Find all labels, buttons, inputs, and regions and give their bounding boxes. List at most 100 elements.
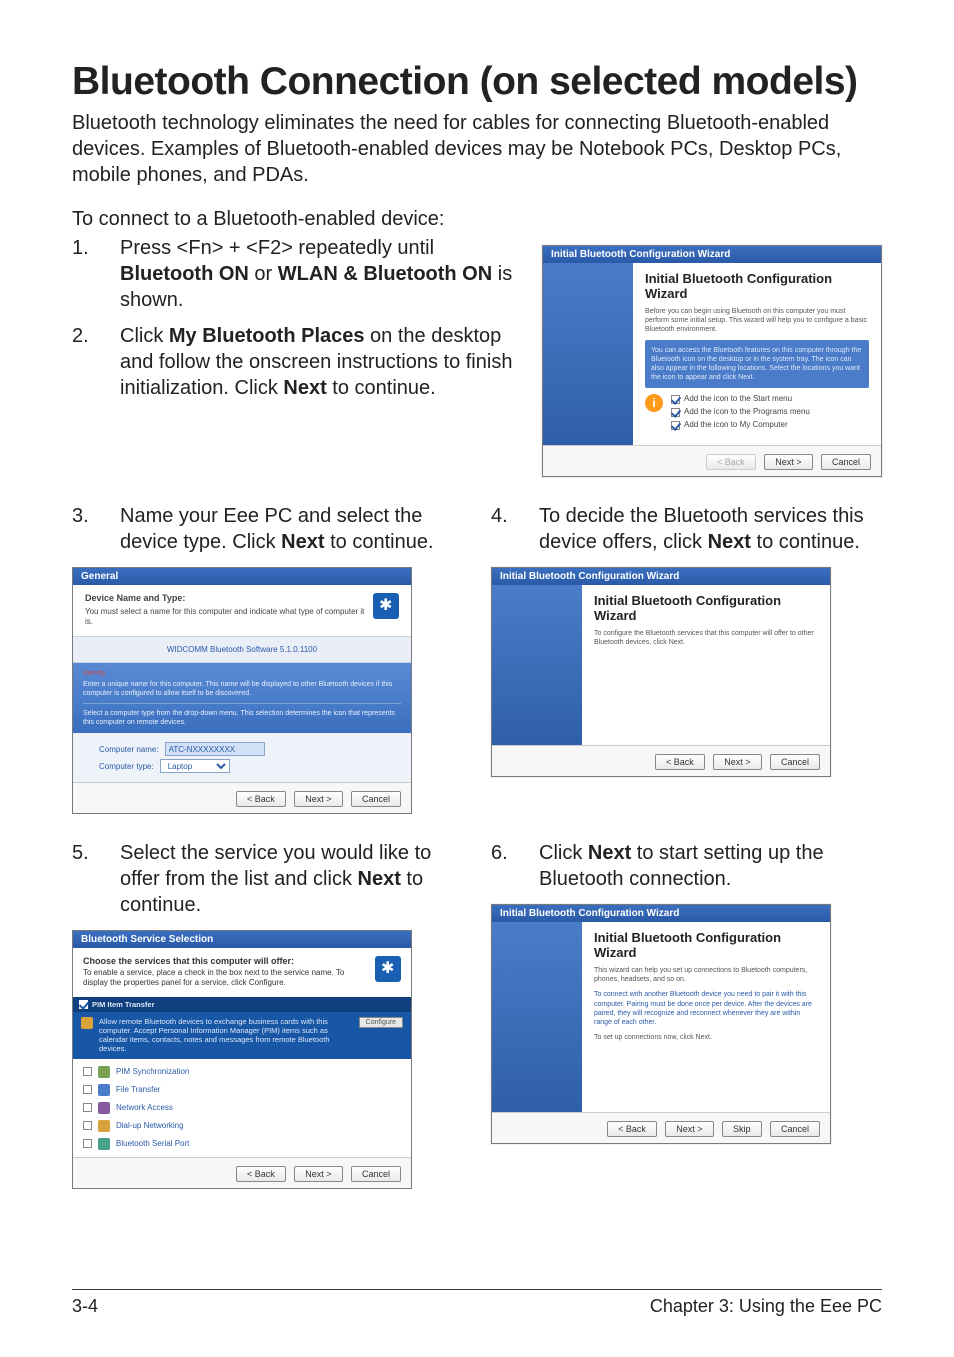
wizard5-service-list: PIM Synchronization File Transfer Networ… — [73, 1059, 411, 1157]
page-title: Bluetooth Connection (on selected models… — [72, 60, 882, 104]
service-icon — [98, 1084, 110, 1096]
wizard5-window: Bluetooth Service Selection Choose the s… — [72, 930, 412, 1188]
cancel-button[interactable]: Cancel — [770, 1121, 820, 1137]
next-button[interactable]: Next > — [294, 1166, 342, 1182]
row-3-4: 3. Name your Eee PC and select the devic… — [72, 503, 882, 814]
step-5: 5. Select the service you would like to … — [72, 840, 463, 918]
wizard6-p3: To set up connections now, click Next. — [594, 1033, 818, 1042]
wizard6-buttons: < Back Next > Skip Cancel — [492, 1112, 830, 1143]
wizard3-window: General Device Name and Type: You must s… — [72, 567, 412, 814]
step-list: 1. Press <Fn> + <F2> repeatedly until Bl… — [72, 235, 514, 401]
checkbox-icon[interactable] — [83, 1121, 92, 1130]
col-step5: 5. Select the service you would like to … — [72, 840, 463, 1188]
cancel-button[interactable]: Cancel — [770, 754, 820, 770]
chapter-label: Chapter 3: Using the Eee PC — [650, 1296, 882, 1317]
computer-type-field: Computer type: Laptop — [99, 759, 385, 773]
step-6-number: 6. — [491, 840, 539, 892]
step-1-text: Press <Fn> + <F2> repeatedly until Bluet… — [120, 235, 514, 313]
step-5-text: Select the service you would like to off… — [120, 840, 463, 918]
checkbox-icon[interactable] — [79, 1000, 88, 1009]
next-button[interactable]: Next > — [764, 454, 812, 470]
service-item[interactable]: Bluetooth Serial Port — [83, 1135, 401, 1153]
step-6: 6. Click Next to start setting up the Bl… — [491, 840, 882, 892]
wizard5-selected-panel: PIM Item Transfer Allow remote Bluetooth… — [73, 997, 411, 1059]
configure-button[interactable]: Configure — [359, 1017, 403, 1028]
wizard1-sidebar-image — [543, 263, 633, 446]
wizard3-group: Device Name and Type: — [85, 593, 365, 605]
wizard1-check2[interactable]: Add the icon to the Programs menu — [671, 407, 869, 417]
back-button[interactable]: < Back — [236, 791, 286, 807]
bluetooth-icon — [373, 593, 399, 619]
back-button[interactable]: < Back — [236, 1166, 286, 1182]
page-footer: 3-4 Chapter 3: Using the Eee PC — [72, 1289, 882, 1317]
page: Bluetooth Connection (on selected models… — [0, 0, 954, 1357]
skip-button[interactable]: Skip — [722, 1121, 762, 1137]
step-2: 2. Click My Bluetooth Places on the desk… — [72, 323, 514, 401]
wizard4-sidebar-image — [492, 585, 582, 745]
steps-1-2: 1. Press <Fn> + <F2> repeatedly until Bl… — [72, 235, 514, 478]
wizard3-version: WIDCOMM Bluetooth Software 5.1.0.1100 — [73, 636, 411, 663]
next-button[interactable]: Next > — [713, 754, 761, 770]
wizard3-desc: You must select a name for this computer… — [85, 607, 365, 628]
wizard6-p1: This wizard can help you set up connecti… — [594, 966, 818, 984]
wizard4-window: Initial Bluetooth Configuration Wizard I… — [491, 567, 831, 777]
cancel-button[interactable]: Cancel — [351, 791, 401, 807]
wizard4-titlebar: Initial Bluetooth Configuration Wizard — [492, 568, 830, 585]
wizard5-titlebar: Bluetooth Service Selection — [73, 931, 411, 948]
col-step4: 4. To decide the Bluetooth services this… — [491, 503, 882, 814]
service-icon — [98, 1066, 110, 1078]
step-4-number: 4. — [491, 503, 539, 555]
computer-name-field: Computer name: — [99, 742, 385, 756]
back-button[interactable]: < Back — [706, 454, 756, 470]
wizard3-titlebar: General — [73, 568, 411, 585]
col-step6: 6. Click Next to start setting up the Bl… — [491, 840, 882, 1188]
wizard1-window: Initial Bluetooth Configuration Wizard I… — [542, 245, 882, 478]
wizard1-check1[interactable]: Add the icon to the Start menu — [671, 394, 869, 404]
wizard4-paragraph: To configure the Bluetooth services that… — [594, 629, 818, 647]
checkbox-icon[interactable] — [671, 395, 680, 404]
wizard3-bluepanel: Identity Enter a unique name for this co… — [73, 663, 411, 733]
step-3-number: 3. — [72, 503, 120, 555]
next-button[interactable]: Next > — [294, 791, 342, 807]
checkbox-icon[interactable] — [83, 1067, 92, 1076]
wizard6-window: Initial Bluetooth Configuration Wizard I… — [491, 904, 831, 1144]
wizard1-buttons: < Back Next > Cancel — [543, 445, 881, 476]
checkbox-icon[interactable] — [83, 1103, 92, 1112]
wizard4-heading: Initial Bluetooth Configuration Wizard — [594, 593, 818, 623]
step-4-text: To decide the Bluetooth services this de… — [539, 503, 882, 555]
computer-type-select[interactable]: Laptop — [160, 759, 230, 773]
wizard6-heading: Initial Bluetooth Configuration Wizard — [594, 930, 818, 960]
wizard1-check3[interactable]: Add the icon to My Computer — [671, 420, 869, 430]
service-item[interactable]: PIM Synchronization — [83, 1063, 401, 1081]
col-step3: 3. Name your Eee PC and select the devic… — [72, 503, 463, 814]
service-item[interactable]: Dial-up Networking — [83, 1117, 401, 1135]
page-number: 3-4 — [72, 1296, 98, 1317]
step-2-number: 2. — [72, 323, 120, 401]
wizard-screenshot-1: Initial Bluetooth Configuration Wizard I… — [542, 235, 882, 478]
wizard1-paragraph: Before you can begin using Bluetooth on … — [645, 307, 869, 334]
computer-name-input[interactable] — [165, 742, 265, 756]
info-icon: i — [645, 394, 663, 412]
checkbox-icon[interactable] — [671, 408, 680, 417]
back-button[interactable]: < Back — [655, 754, 705, 770]
service-icon — [98, 1138, 110, 1150]
wizard1-heading: Initial Bluetooth Configuration Wizard — [645, 271, 869, 301]
cancel-button[interactable]: Cancel — [351, 1166, 401, 1182]
service-item[interactable]: Network Access — [83, 1099, 401, 1117]
wizard6-p2: To connect with another Bluetooth device… — [594, 990, 818, 1026]
next-button[interactable]: Next > — [665, 1121, 713, 1137]
checkbox-icon[interactable] — [83, 1085, 92, 1094]
cancel-button[interactable]: Cancel — [821, 454, 871, 470]
lead-line: To connect to a Bluetooth-enabled device… — [72, 208, 882, 231]
wizard6-sidebar-image — [492, 922, 582, 1112]
back-button[interactable]: < Back — [607, 1121, 657, 1137]
checkbox-icon[interactable] — [83, 1139, 92, 1148]
checkbox-icon[interactable] — [671, 421, 680, 430]
service-icon — [98, 1120, 110, 1132]
step-4: 4. To decide the Bluetooth services this… — [491, 503, 882, 555]
wizard3-buttons: < Back Next > Cancel — [73, 782, 411, 813]
step-3-text: Name your Eee PC and select the device t… — [120, 503, 463, 555]
service-icon — [98, 1102, 110, 1114]
service-item[interactable]: File Transfer — [83, 1081, 401, 1099]
wizard5-desc: To enable a service, place a check in th… — [83, 968, 367, 989]
